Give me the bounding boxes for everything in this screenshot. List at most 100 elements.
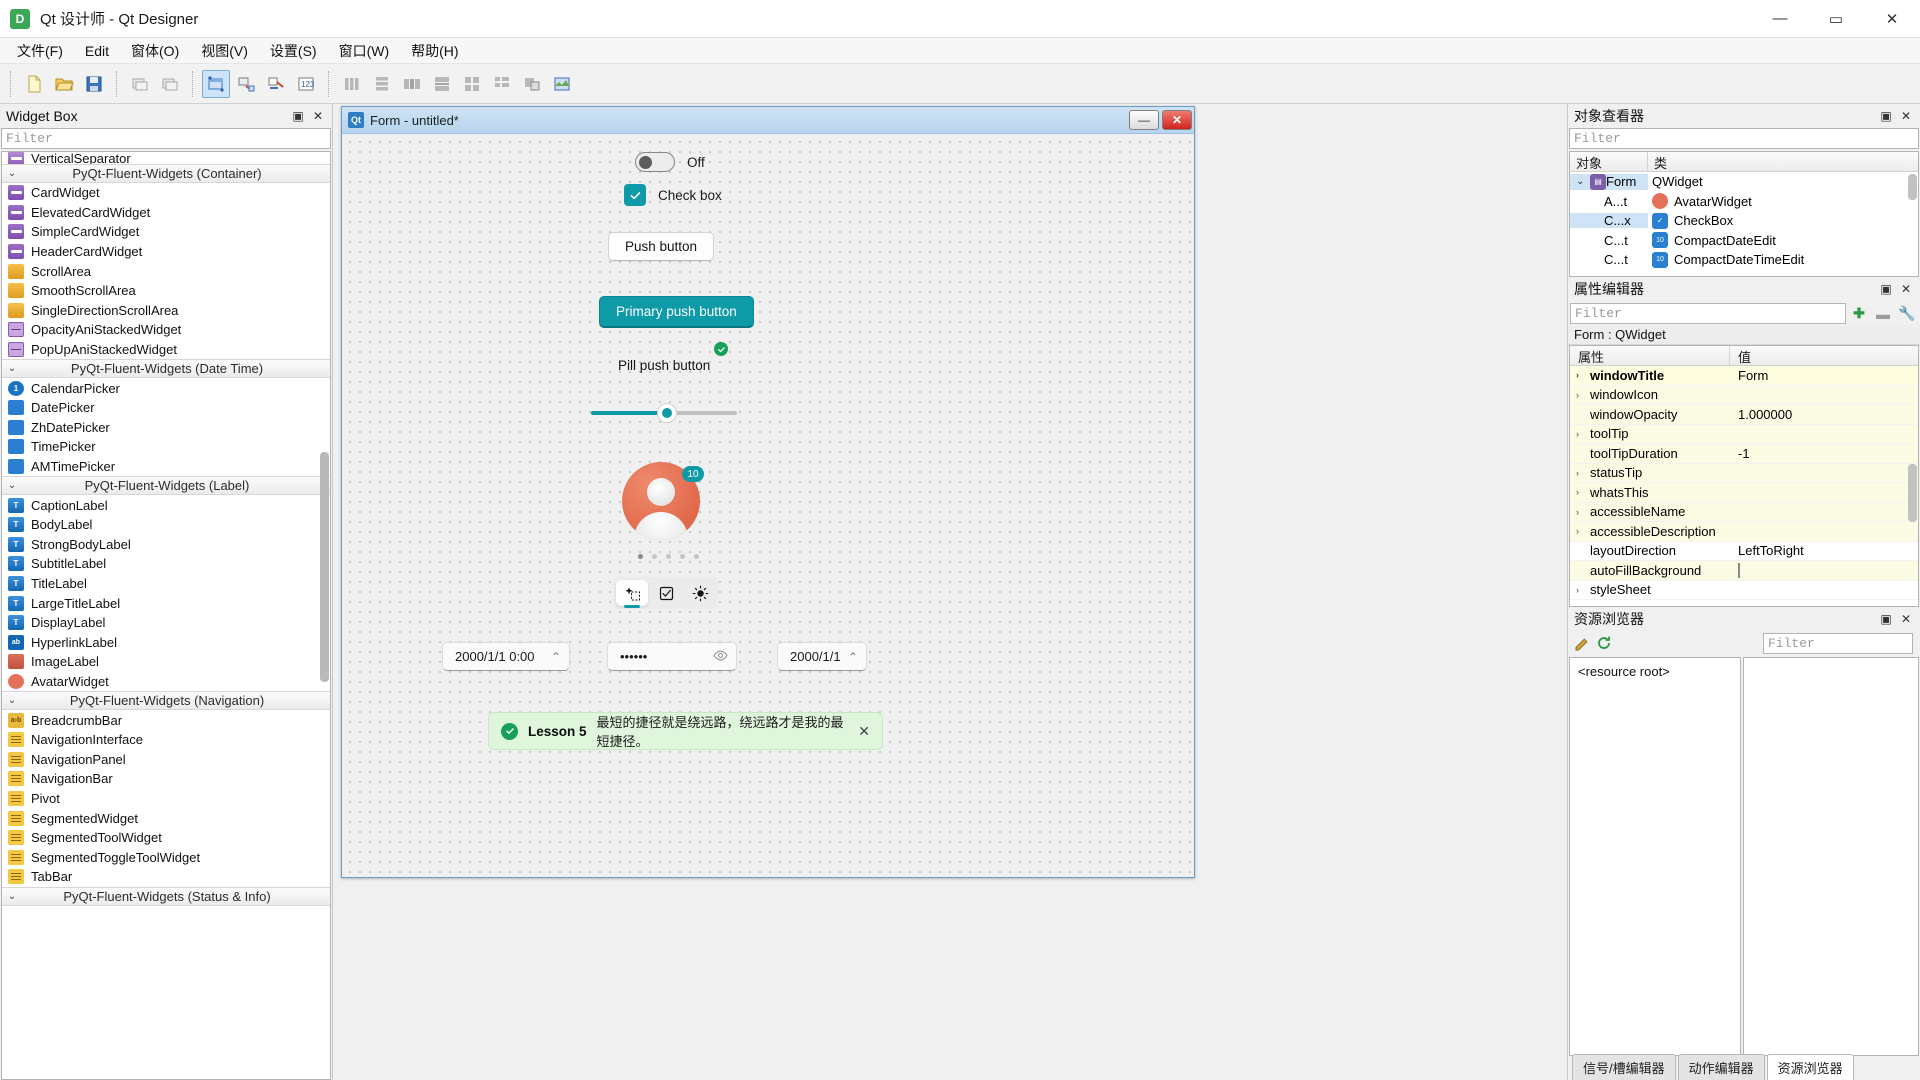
widget-box-close-button[interactable]: ✕ — [310, 108, 326, 124]
maximize-button[interactable]: ▭ — [1808, 0, 1864, 38]
pager-dot-3[interactable] — [666, 554, 671, 559]
property-row-accessibledescription[interactable]: › accessibleDescription — [1570, 522, 1918, 542]
property-row-layoutdirection[interactable]: layoutDirection LeftToRight — [1570, 542, 1918, 561]
widget-item-breadcrumbbar[interactable]: a›b BreadcrumbBar — [2, 710, 330, 730]
chevron-right-icon[interactable]: › — [1576, 429, 1590, 439]
property-editor-float-button[interactable]: ▣ — [1878, 281, 1894, 297]
menu-edit[interactable]: Edit — [74, 40, 120, 62]
form-canvas[interactable]: Off Check box Push button Primary push b… — [342, 134, 1194, 877]
widget-item-strongbodylabel[interactable]: T StrongBodyLabel — [2, 535, 330, 555]
widget-group-container[interactable]: ⌄ PyQt-Fluent-Widgets (Container) — [2, 164, 330, 183]
pager-dot-4[interactable] — [680, 554, 685, 559]
widget-item-zhdatepicker[interactable]: ZhDatePicker — [2, 418, 330, 438]
form-window[interactable]: Qt Form - untitled* — ✕ Off Check box Pu… — [341, 106, 1195, 878]
property-row-whatsthis[interactable]: › whatsThis — [1570, 483, 1918, 503]
property-row-windowicon[interactable]: › windowIcon — [1570, 385, 1918, 405]
slider-track[interactable] — [591, 403, 737, 423]
slider-handle[interactable] — [657, 403, 677, 423]
widget-group-navigation[interactable]: ⌄ PyQt-Fluent-Widgets (Navigation) — [2, 691, 330, 711]
menu-window[interactable]: 窗口(W) — [328, 38, 401, 64]
chevron-right-icon[interactable]: › — [1576, 390, 1590, 400]
widget-item-headercardwidget[interactable]: HeaderCardWidget — [2, 242, 330, 262]
edit-widgets-icon[interactable] — [202, 69, 230, 98]
chevron-right-icon[interactable]: › — [1576, 507, 1590, 517]
close-button[interactable]: ✕ — [1864, 0, 1920, 38]
date-edit[interactable]: 2000/1/1 ⌃ — [777, 642, 867, 671]
tab-action-editor[interactable]: 动作编辑器 — [1677, 1054, 1765, 1080]
widget-group-datetime[interactable]: ⌄ PyQt-Fluent-Widgets (Date Time) — [2, 359, 330, 379]
wrench-icon[interactable]: 🔧 — [1896, 303, 1918, 324]
primary-push-button-widget[interactable]: Primary push button — [599, 296, 754, 328]
menu-view[interactable]: 视图(V) — [190, 38, 259, 64]
property-editor-table[interactable]: 属性 值 › windowTitle Form › windowIcon windo… — [1569, 345, 1919, 607]
checkbox-icon[interactable] — [1738, 562, 1740, 578]
object-inspector-filter-input[interactable]: Filter — [1569, 128, 1919, 149]
switch-button-widget[interactable]: Off — [635, 152, 705, 172]
property-row-windowopacity[interactable]: windowOpacity 1.000000 — [1570, 405, 1918, 425]
property-value[interactable]: 1.000000 — [1730, 407, 1918, 422]
list-item[interactable]: VerticalSeparator — [2, 152, 330, 164]
password-line-edit-widget[interactable]: •••••• — [607, 642, 737, 671]
avatar-widget[interactable]: 10 — [622, 462, 704, 540]
widget-item-smoothscrollarea[interactable]: SmoothScrollArea — [2, 281, 330, 301]
property-row-tooltipduration[interactable]: toolTipDuration -1 — [1570, 444, 1918, 464]
layout-splitter-v-icon[interactable] — [428, 70, 456, 98]
widget-item-opacityanistackedwidget[interactable]: OpacityAniStackedWidget — [2, 320, 330, 340]
chevron-right-icon[interactable]: › — [1576, 585, 1590, 595]
primary-push-button[interactable]: Primary push button — [599, 296, 754, 328]
form-titlebar[interactable]: Qt Form - untitled* — ✕ — [342, 107, 1194, 134]
chevron-right-icon[interactable]: › — [1576, 487, 1590, 497]
layout-form-icon[interactable] — [488, 70, 516, 98]
property-row-stylesheet[interactable]: › styleSheet — [1570, 581, 1918, 600]
object-inspector-close-button[interactable]: ✕ — [1898, 108, 1914, 124]
widget-item-avatarwidget[interactable]: AvatarWidget — [2, 672, 330, 692]
widget-item-singledirectionscrollarea[interactable]: SingleDirectionScrollArea — [2, 301, 330, 321]
menu-form[interactable]: 窗体(O) — [120, 38, 190, 64]
widget-item-hyperlinklabel[interactable]: ab HyperlinkLabel — [2, 632, 330, 652]
checkbox-icon[interactable] — [624, 184, 646, 206]
widget-box-list[interactable]: VerticalSeparator ⌄ PyQt-Fluent-Widgets … — [1, 151, 331, 1080]
new-file-icon[interactable] — [20, 70, 48, 98]
widget-item-scrollarea[interactable]: ScrollArea — [2, 261, 330, 281]
widget-item-segmentedtoolwidget[interactable]: SegmentedToolWidget — [2, 828, 330, 848]
reload-icon[interactable] — [1596, 635, 1612, 654]
widget-item-titlelabel[interactable]: T TitleLabel — [2, 574, 330, 594]
pager-dot-2[interactable] — [652, 554, 657, 559]
widget-item-displaylabel[interactable]: T DisplayLabel — [2, 613, 330, 633]
property-row-statustip[interactable]: › statusTip — [1570, 463, 1918, 483]
property-editor-scrollbar[interactable] — [1908, 464, 1917, 522]
eye-icon[interactable] — [713, 649, 728, 664]
widget-item-calendarpicker[interactable]: 1 CalendarPicker — [2, 378, 330, 398]
toggle-switch[interactable] — [635, 152, 675, 172]
close-icon[interactable]: ✕ — [858, 723, 870, 740]
property-value[interactable]: LeftToRight — [1730, 543, 1918, 558]
property-row-tooltip[interactable]: › toolTip — [1570, 424, 1918, 444]
widget-item-segmentedwidget[interactable]: SegmentedWidget — [2, 808, 330, 828]
chevron-down-icon[interactable]: ⌄ — [1576, 176, 1590, 187]
edit-tab-order-icon[interactable]: 123 — [292, 70, 320, 98]
menu-help[interactable]: 帮助(H) — [400, 38, 469, 64]
widget-item-cardwidget[interactable]: CardWidget — [2, 183, 330, 203]
sparkle-select-icon[interactable] — [616, 580, 648, 606]
pill-push-button[interactable]: Pill push button — [604, 352, 724, 379]
property-row-accessiblename[interactable]: › accessibleName — [1570, 502, 1918, 522]
widget-item-largetitlelabel[interactable]: T LargeTitleLabel — [2, 593, 330, 613]
checkbox-widget[interactable]: Check box — [624, 184, 722, 206]
widget-item-imagelabel[interactable]: ImageLabel — [2, 652, 330, 672]
object-inspector-row-compactdatetimeedit[interactable]: C...t 10 CompactDateTimeEdit — [1570, 250, 1918, 270]
minus-icon[interactable]: ▬ — [1872, 303, 1894, 324]
pager-dot-1[interactable] — [638, 554, 643, 559]
layout-horizontal-icon[interactable] — [338, 70, 366, 98]
widget-item-navigationbar[interactable]: NavigationBar — [2, 769, 330, 789]
pill-push-button-widget[interactable]: Pill push button — [604, 342, 729, 379]
slider-widget[interactable] — [591, 403, 737, 423]
widget-item-tabbar[interactable]: TabBar — [2, 867, 330, 887]
push-button[interactable]: Push button — [608, 232, 715, 261]
property-editor-close-button[interactable]: ✕ — [1898, 281, 1914, 297]
property-value[interactable]: -1 — [1730, 446, 1918, 461]
widget-item-elevatedcardwidget[interactable]: ElevatedCardWidget — [2, 203, 330, 223]
widget-box-scrollbar[interactable] — [320, 452, 329, 682]
widget-item-navigationpanel[interactable]: NavigationPanel — [2, 749, 330, 769]
widget-item-segmentedtoggletoolwidget[interactable]: SegmentedToggleToolWidget — [2, 847, 330, 867]
plus-icon[interactable]: ✚ — [1848, 303, 1870, 324]
